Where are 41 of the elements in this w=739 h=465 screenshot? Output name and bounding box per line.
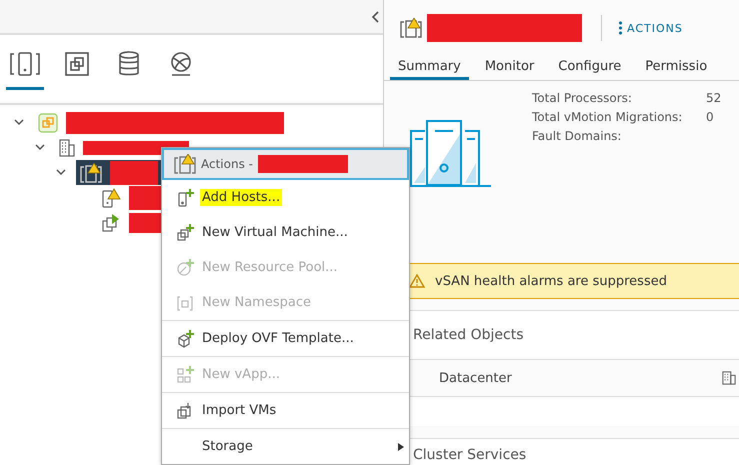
chevron-icon[interactable]: [14, 119, 24, 126]
menu-item[interactable]: Add Hosts...: [162, 180, 409, 215]
cluster-warning-icon: [174, 154, 196, 174]
database-icon: [118, 51, 140, 77]
chevron-icon[interactable]: [35, 144, 45, 151]
menu-item[interactable]: New Virtual Machine...: [162, 215, 409, 250]
alert-text: vSAN health alarms are suppressed: [435, 274, 667, 288]
building-icon: [59, 138, 75, 156]
tab[interactable]: Monitor: [476, 56, 542, 80]
globe-icon: [169, 51, 193, 77]
vcenter-icon: [38, 112, 58, 132]
vm-icon: [64, 51, 90, 77]
hosts-tab[interactable]: [6, 49, 44, 90]
vapp-icon: [176, 366, 194, 384]
resource-pool-icon: [176, 258, 194, 276]
tab[interactable]: Permissio: [637, 56, 716, 80]
property-label: Total vMotion Migrations:: [532, 110, 684, 124]
warning-icon: [409, 274, 425, 288]
more-icon: [619, 21, 622, 35]
chevron-icon[interactable]: [56, 169, 66, 176]
deploy-ovf-icon: [176, 330, 194, 348]
building-icon: [722, 371, 736, 385]
vm-running-icon: [101, 212, 121, 232]
menu-item[interactable]: Import VMs: [162, 392, 409, 428]
add-host-icon: [176, 188, 194, 206]
menu-title: Actions -: [201, 157, 253, 171]
property-value: 52: [706, 91, 722, 105]
collapse-icon[interactable]: [371, 10, 379, 22]
menu-item[interactable]: Storage: [162, 428, 409, 464]
actions-button[interactable]: ACTIONS: [619, 21, 683, 35]
menu-item[interactable]: Deploy OVF Template...: [162, 320, 409, 356]
host-icon: [8, 51, 42, 77]
property-value: 0: [706, 110, 715, 124]
property-label: Total Processors:: [532, 91, 633, 105]
property-label: Fault Domains:: [532, 129, 622, 143]
tab[interactable]: Summary: [390, 56, 469, 80]
related-object-label: Datacenter: [439, 370, 512, 386]
tab[interactable]: Configure: [550, 56, 630, 80]
card-title: Cluster Services: [412, 446, 528, 463]
namespace-icon: [176, 294, 194, 312]
new-vm-icon: [176, 224, 194, 242]
